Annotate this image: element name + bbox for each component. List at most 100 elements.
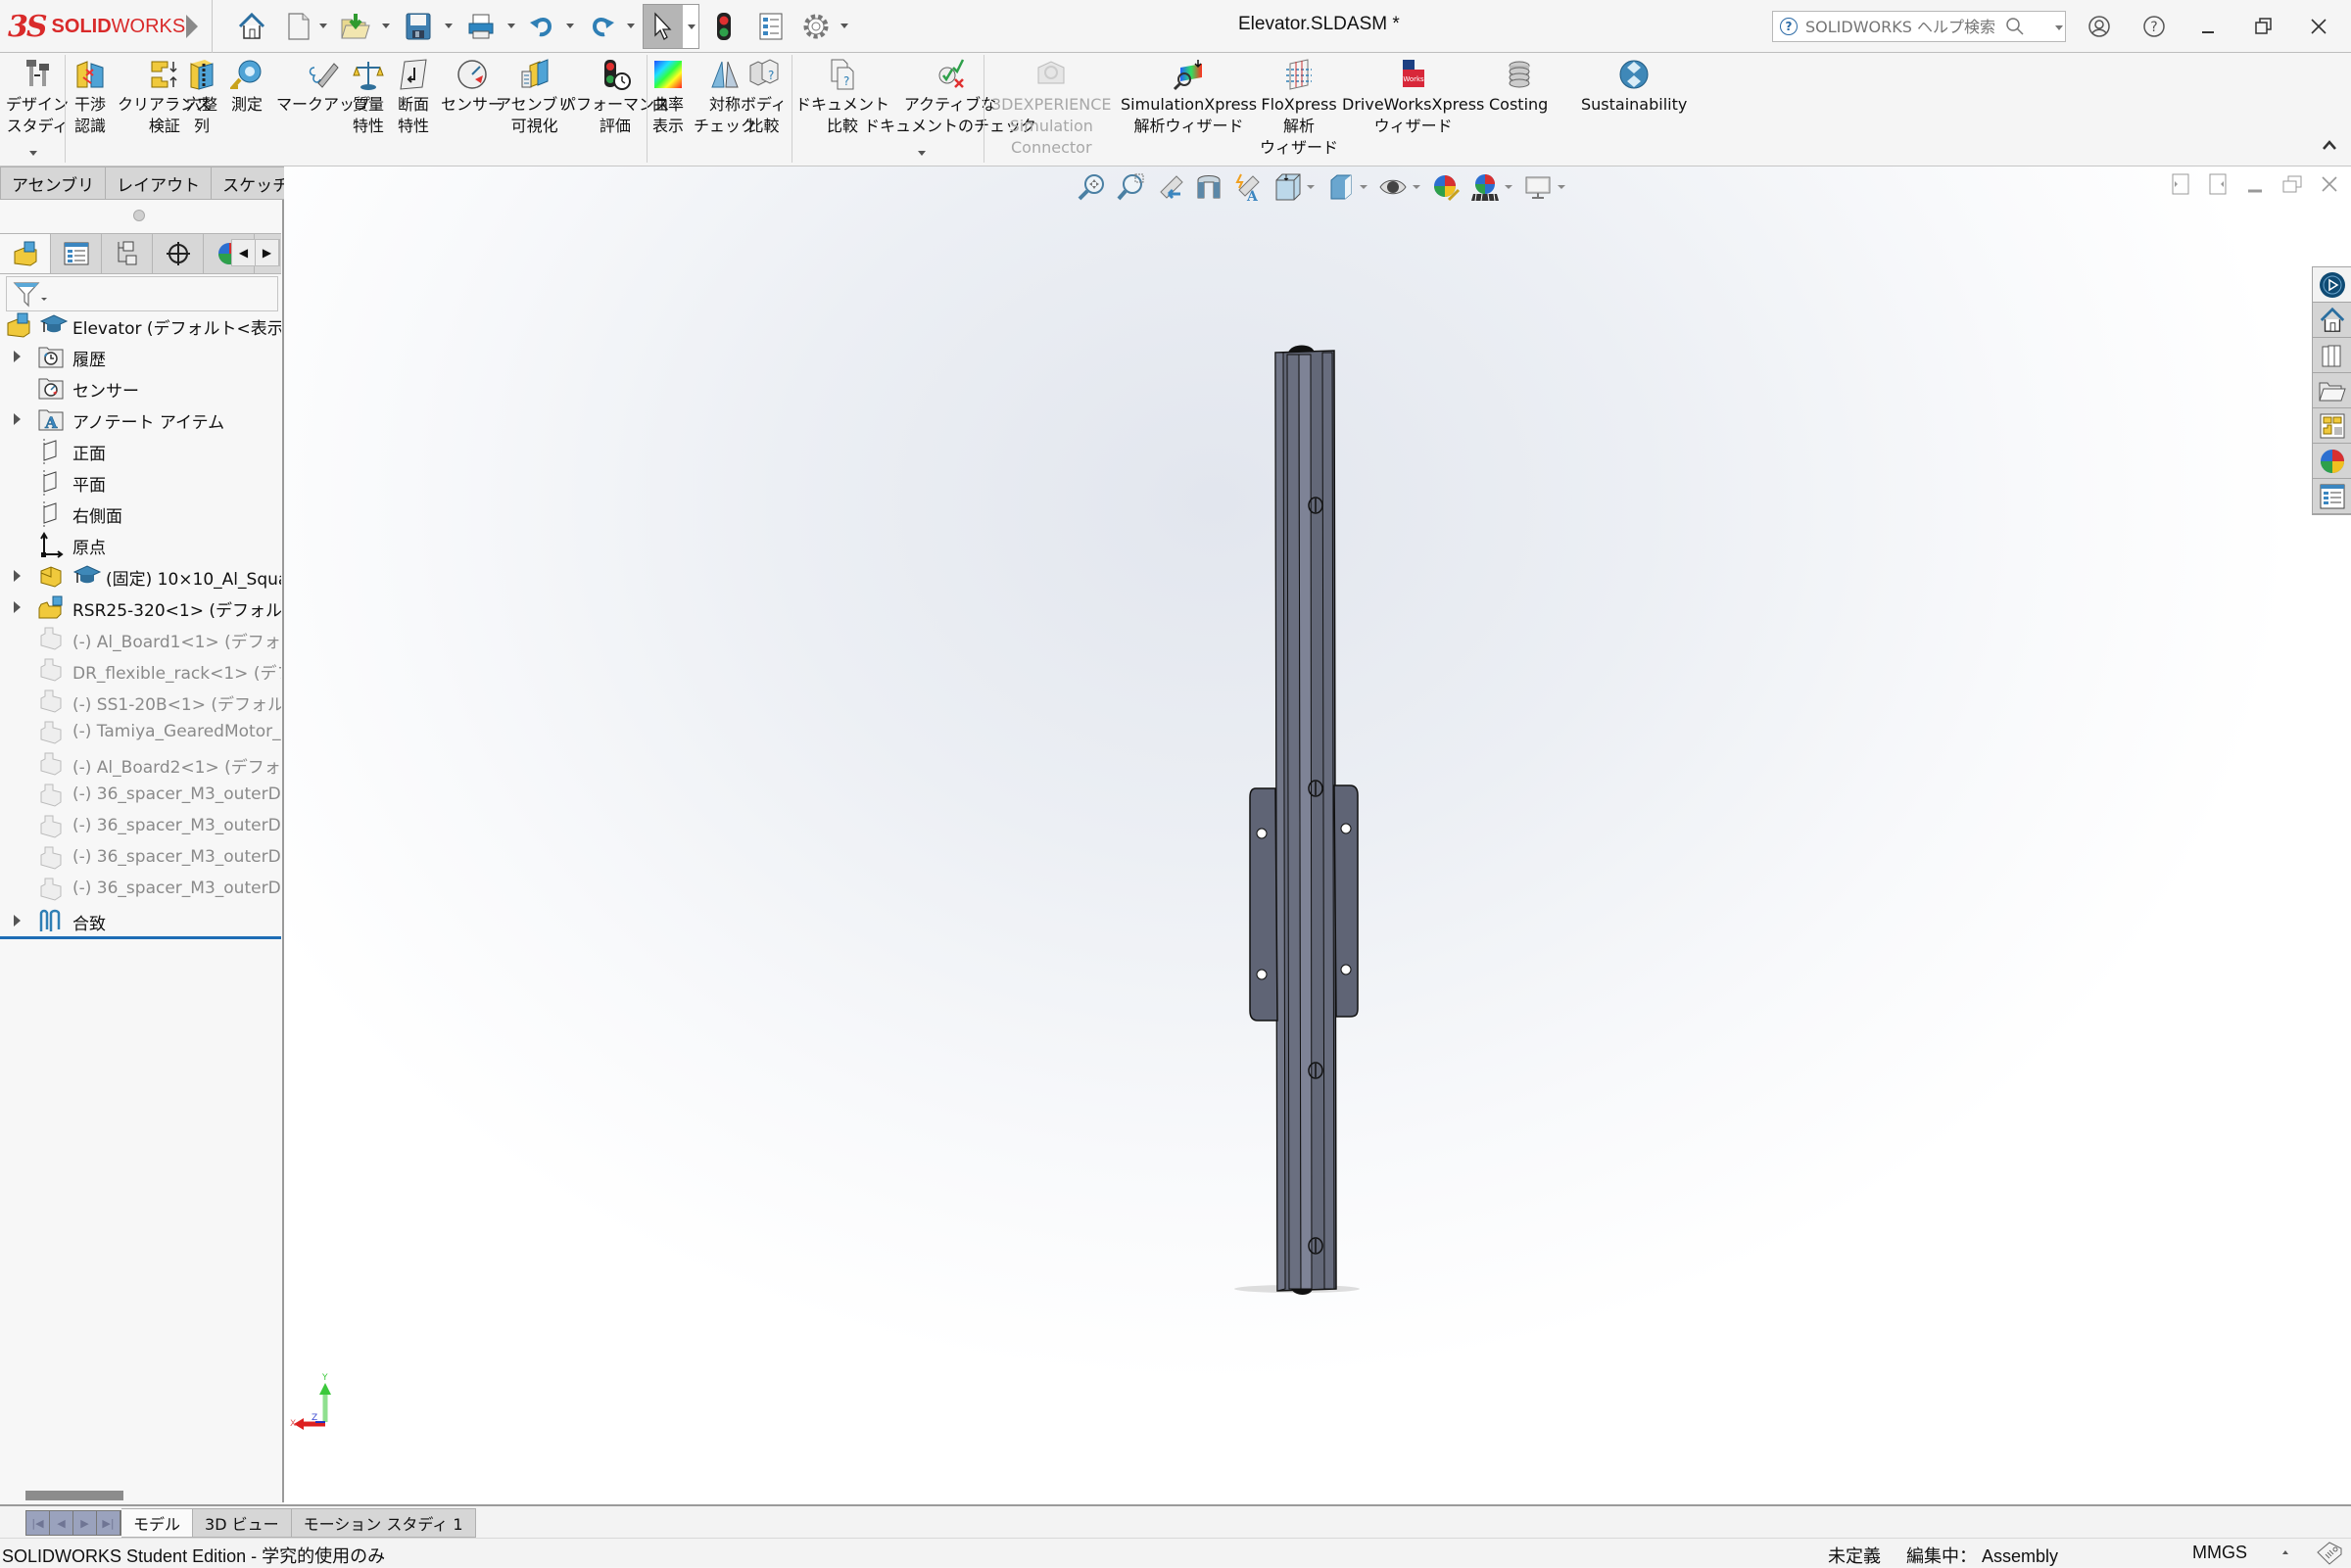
ribbon-floxpress[interactable]: FloXpress 解析 ウィザード	[1260, 57, 1338, 159]
close-window-button[interactable]	[2302, 10, 2335, 43]
dimxpertmanager-tab[interactable]	[153, 234, 204, 273]
undo-button[interactable]	[525, 10, 558, 43]
tree-item[interactable]: 履歴	[0, 341, 281, 372]
rebuild-button[interactable]	[707, 10, 741, 43]
panel-resize-handle[interactable]	[133, 210, 145, 221]
restore-window-button[interactable]	[2247, 10, 2280, 43]
tree-item[interactable]: DR_flexible_rack<1> (デフォ	[0, 654, 281, 686]
options-button[interactable]	[799, 10, 833, 43]
ribbon-costing[interactable]: Costing	[1489, 57, 1548, 116]
apply-scene-button[interactable]	[1469, 171, 1501, 203]
options-dropdown-arrow[interactable]	[840, 24, 848, 28]
ribbon-section-properties[interactable]: 断面 特性	[396, 57, 431, 137]
3d-model-elevator-rail[interactable]	[1166, 264, 1401, 1440]
tab-3d-views[interactable]: 3D ビュー	[193, 1508, 292, 1538]
hide-show-items-button[interactable]	[1377, 171, 1409, 203]
tree-filter[interactable]	[6, 276, 278, 311]
unit-system-up-arrow-icon[interactable]	[2282, 1550, 2288, 1554]
print-dropdown-arrow[interactable]	[507, 24, 515, 28]
tab-motion-study-1[interactable]: モーション スタディ 1	[291, 1508, 476, 1538]
ribbon-curvature[interactable]: 曲率 表示	[650, 57, 686, 137]
section-view-button[interactable]	[1193, 171, 1224, 203]
zoom-to-fit-button[interactable]	[1076, 171, 1107, 203]
scroll-right-arrow-icon[interactable]: ▶	[256, 240, 279, 265]
tree-item[interactable]: RSR25-320<1> (デフォルト<表	[0, 592, 281, 623]
tree-item[interactable]: 合致	[0, 905, 281, 936]
ribbon-design-study[interactable]: デザイン スタディ	[6, 57, 69, 137]
display-style-dropdown-arrow[interactable]	[1360, 185, 1367, 189]
ribbon-body-compare[interactable]: ? ボディ 比較	[741, 57, 787, 137]
expand-arrow-icon[interactable]	[14, 413, 21, 425]
tree-root-assembly[interactable]: Elevator (デフォルト<表示状	[0, 309, 281, 341]
open-dropdown-arrow[interactable]	[382, 24, 390, 28]
design-study-dropdown-arrow[interactable]	[29, 151, 37, 156]
tag-icon[interactable]	[2316, 1541, 2343, 1566]
expand-arrow-icon[interactable]	[14, 601, 21, 613]
ribbon-measure[interactable]: 測定	[229, 57, 264, 116]
new-dropdown-arrow[interactable]	[319, 24, 327, 28]
rollback-bar[interactable]	[0, 936, 281, 939]
help-button[interactable]: ?	[2137, 10, 2171, 43]
tree-item[interactable]: 原点	[0, 529, 281, 560]
task-pane-custom-properties[interactable]	[2313, 479, 2351, 514]
file-properties-button[interactable]	[754, 10, 788, 43]
ribbon-simulationxpress[interactable]: SimulationXpress 解析ウィザード	[1121, 57, 1257, 137]
print-button[interactable]	[464, 10, 498, 43]
propertymanager-tab[interactable]	[51, 234, 102, 273]
horizontal-scrollbar[interactable]	[25, 1491, 123, 1500]
ribbon-sensor[interactable]: センサー	[441, 57, 504, 116]
task-pane-view-palette[interactable]	[2313, 408, 2351, 444]
unit-system[interactable]: MMGS	[2192, 1543, 2247, 1563]
tree-item[interactable]: (-) 36_spacer_M3_outerD6	[0, 811, 281, 842]
doc-restore-button[interactable]	[2280, 172, 2304, 196]
tile-right-button[interactable]	[2206, 172, 2230, 196]
select-dropdown-arrow[interactable]	[688, 24, 696, 29]
tree-item[interactable]: センサー	[0, 372, 281, 404]
tree-item[interactable]: 右側面	[0, 498, 281, 529]
tree-item[interactable]: A アノテート アイテム	[0, 404, 281, 435]
save-button[interactable]	[402, 10, 435, 43]
display-style-button[interactable]	[1324, 171, 1356, 203]
zoom-to-area-button[interactable]	[1115, 171, 1146, 203]
check-document-dropdown-arrow[interactable]	[918, 151, 926, 156]
help-search-input[interactable]	[1805, 17, 2001, 36]
next-tab-arrow-icon[interactable]: ▶	[73, 1511, 97, 1535]
prev-tab-arrow-icon[interactable]: ◀	[50, 1511, 73, 1535]
ribbon-3dexperience-simulation-connector[interactable]: 3DEXPERIENCE Simulation Connector	[991, 57, 1112, 159]
collapse-ribbon-chevron-icon[interactable]	[2322, 137, 2337, 153]
task-pane-appearances[interactable]	[2313, 444, 2351, 479]
account-button[interactable]	[2083, 10, 2116, 43]
tree-item[interactable]: (-) Al_Board2<1> (デフォルト	[0, 748, 281, 780]
tree-item[interactable]: (-) Tamiya_GearedMotor_	[0, 717, 281, 748]
tile-left-button[interactable]	[2169, 172, 2192, 196]
task-pane-solidworks-resources[interactable]	[2313, 267, 2351, 303]
task-pane-file-explorer[interactable]	[2313, 373, 2351, 408]
doc-close-button[interactable]	[2318, 172, 2341, 196]
undo-dropdown-arrow[interactable]	[566, 24, 574, 28]
solidworks-logo[interactable]: 3S SOLID WORKS	[8, 10, 185, 44]
ribbon-driveworksxpress[interactable]: Works DriveWorksXpress ウィザード	[1342, 57, 1484, 137]
graphics-area[interactable]: A Y X Z	[284, 166, 2351, 1504]
select-button[interactable]	[643, 4, 699, 49]
tree-item[interactable]: (-) 36_spacer_M3_outerD6	[0, 874, 281, 905]
search-dropdown-arrow[interactable]	[2055, 25, 2063, 30]
view-settings-dropdown-arrow[interactable]	[1558, 185, 1565, 189]
last-tab-arrow-icon[interactable]: ▶|	[97, 1511, 120, 1535]
tree-item[interactable]: 平面	[0, 466, 281, 498]
scroll-left-arrow-icon[interactable]: ◀	[232, 240, 256, 265]
open-button[interactable]	[339, 10, 372, 43]
minimize-window-button[interactable]	[2192, 10, 2226, 43]
search-icon[interactable]	[2005, 17, 2025, 36]
edit-appearance-button[interactable]	[1430, 171, 1462, 203]
redo-button[interactable]	[586, 10, 619, 43]
previous-view-button[interactable]	[1154, 171, 1185, 203]
dynamic-annotation-views-button[interactable]: A	[1232, 171, 1264, 203]
hide-show-dropdown-arrow[interactable]	[1413, 185, 1420, 189]
tree-item[interactable]: (-) 36_spacer_M3_outerD6	[0, 842, 281, 874]
ribbon-sustainability[interactable]: Sustainability	[1581, 57, 1687, 116]
tab-layout[interactable]: レイアウト	[106, 166, 213, 200]
tree-item[interactable]: (-) Al_Board1<1> (デフォルト	[0, 623, 281, 654]
first-tab-arrow-icon[interactable]: |◀	[26, 1511, 50, 1535]
task-pane-design-library[interactable]	[2313, 338, 2351, 373]
save-dropdown-arrow[interactable]	[445, 24, 453, 28]
